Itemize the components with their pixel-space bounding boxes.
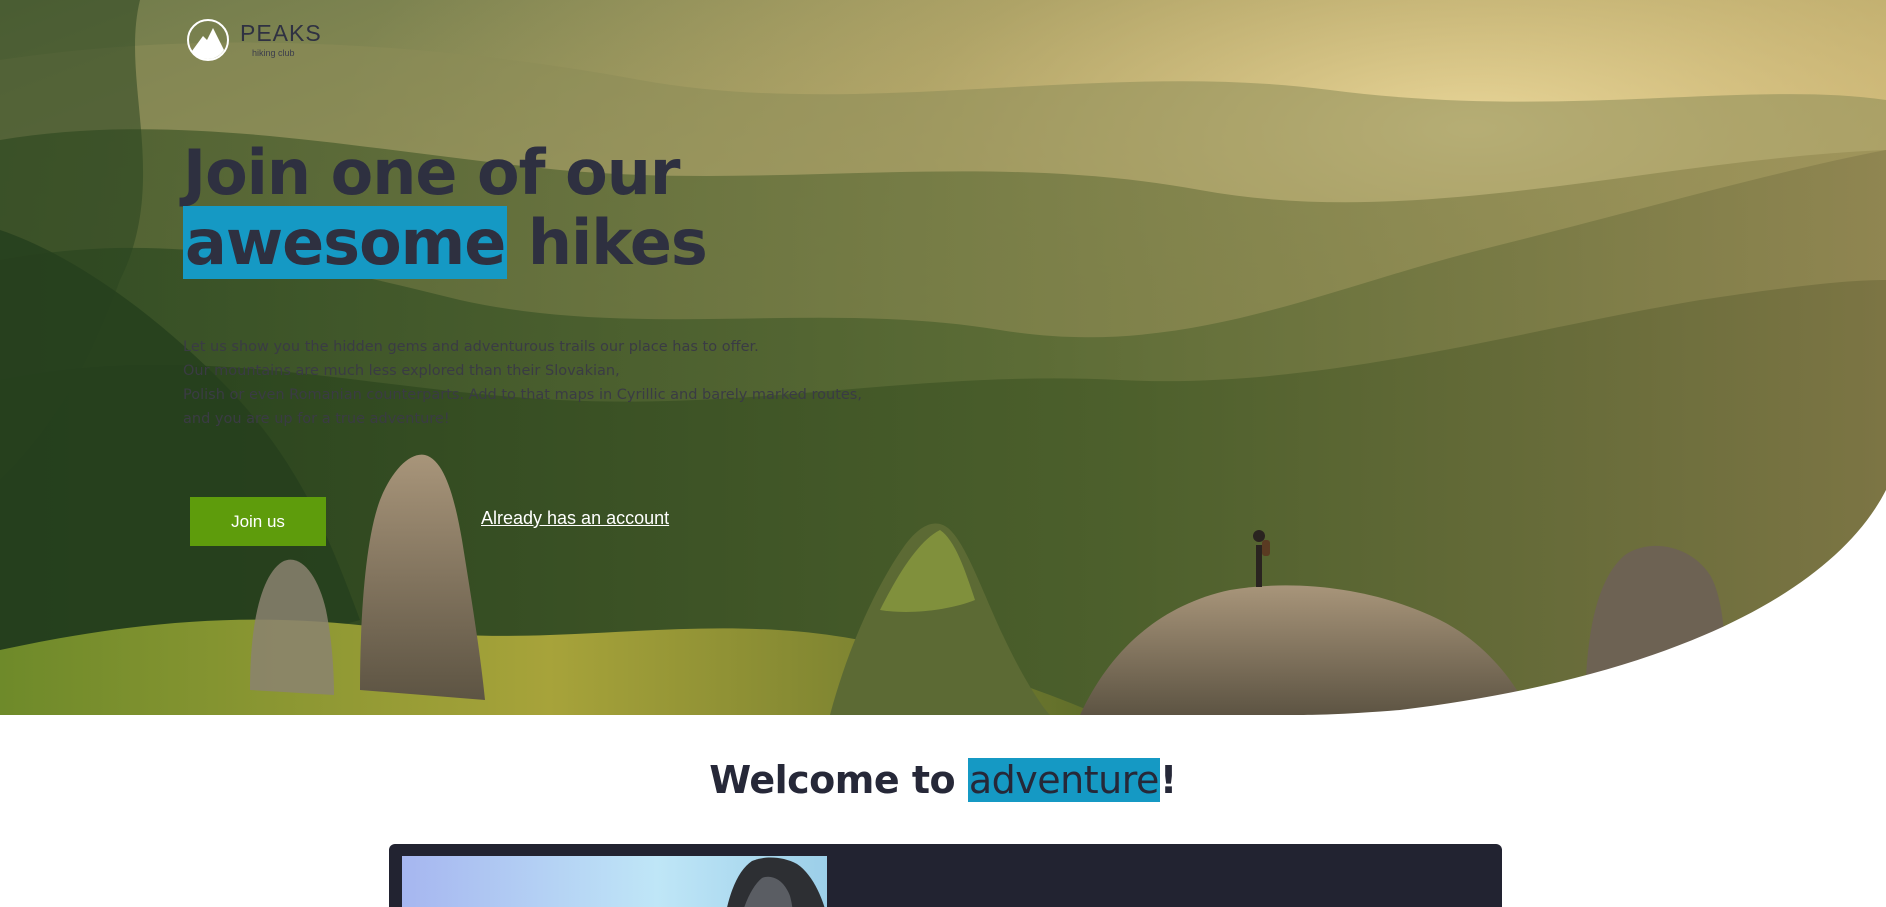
hero-intro-text: Let us show you the hidden gems and adve… bbox=[183, 335, 903, 431]
hero-headline: Join one of our awesome hikes bbox=[183, 136, 708, 279]
brand-text: PEAKS hiking club bbox=[240, 22, 322, 58]
hike-card-image bbox=[402, 856, 827, 907]
intro-line: and you are up for a true adventure! bbox=[183, 411, 450, 427]
welcome-prefix: Welcome to bbox=[709, 758, 968, 802]
brand-tagline: hiking club bbox=[252, 48, 295, 58]
join-us-button[interactable]: Join us bbox=[190, 497, 326, 546]
intro-line: Our mountains are much less explored tha… bbox=[183, 363, 620, 379]
brand-name: PEAKS bbox=[240, 20, 322, 46]
headline-highlight: awesome bbox=[183, 206, 508, 279]
welcome-highlight: adventure bbox=[967, 758, 1160, 802]
hero-section: PEAKS hiking club Join one of our awesom… bbox=[0, 0, 1886, 715]
headline-line-1: Join one of our bbox=[183, 136, 680, 209]
intro-line: Let us show you the hidden gems and adve… bbox=[183, 339, 759, 355]
already-has-account-link[interactable]: Already has an account bbox=[481, 508, 669, 529]
intro-line: Polish or even Romanian counterparts. Ad… bbox=[183, 387, 862, 403]
mountain-logo-icon bbox=[187, 19, 229, 61]
headline-rest: hikes bbox=[507, 206, 708, 279]
welcome-heading: Welcome to adventure! bbox=[0, 752, 1886, 808]
headline-line-2: awesome hikes bbox=[183, 206, 708, 279]
landing-page: PEAKS hiking club Join one of our awesom… bbox=[0, 0, 1886, 907]
welcome-suffix: ! bbox=[1159, 758, 1177, 802]
brand-logo[interactable]: PEAKS hiking club bbox=[186, 18, 322, 62]
featured-hike-card[interactable] bbox=[389, 844, 1502, 907]
